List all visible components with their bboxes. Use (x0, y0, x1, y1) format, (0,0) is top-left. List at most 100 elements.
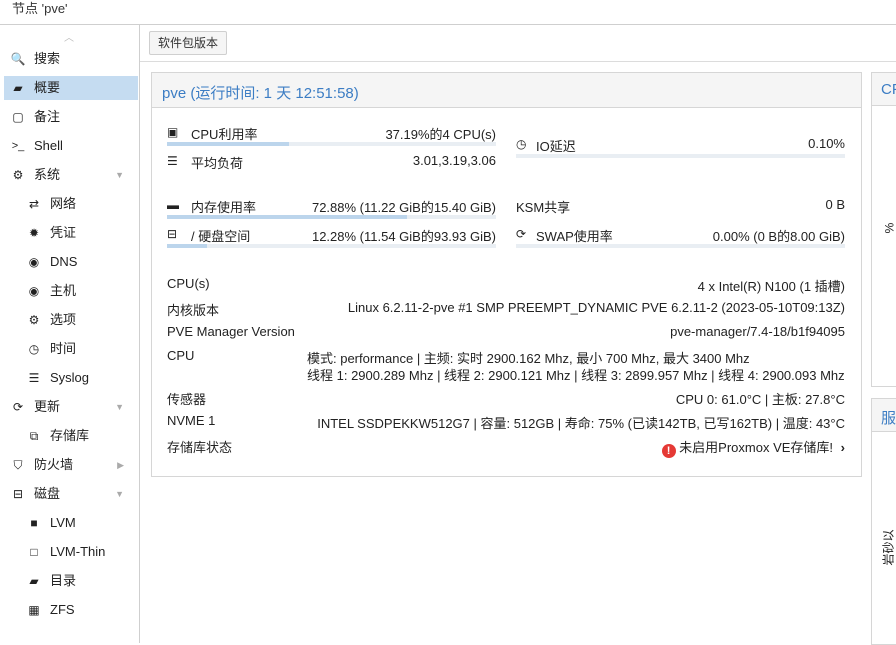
clock-icon: ◷ (516, 137, 527, 151)
ksm-sharing-value: 0 B (825, 197, 845, 212)
panel-title: pve (运行时间: 1 天 12:51:58) (162, 85, 359, 102)
th-large-icon: ▦ (28, 603, 40, 617)
window-title-bar: 节点 'pve' (0, 0, 896, 25)
refresh-icon: ⟳ (12, 400, 24, 414)
swap-usage-label: SWAP使用率 (536, 229, 613, 244)
exchange-icon: ⇄ (28, 197, 40, 211)
nvme-value: INTEL SSDPEKKW512G7 | 容量: 512GB | 寿命: 75… (317, 416, 845, 431)
memory-usage-value: 72.88% (11.22 GiB的15.40 GiB) (311, 200, 496, 215)
sidebar-item-lvm[interactable]: ■ LVM (4, 511, 138, 535)
sidebar-item-label: 备注 (34, 109, 61, 124)
chevron-right-icon[interactable]: ▶ (117, 453, 124, 477)
sidebar-item-directory[interactable]: ▰ 目录 (4, 569, 138, 593)
sidebar-nav: ︿ 🔍 搜索 ▰ 概要 ▢ 备注 >_ Shell ⚙ 系统 ▼ ⇄ 网络 ✹ … (0, 25, 140, 643)
sensors-label: 传感器 (167, 392, 207, 407)
sidebar-item-lvm-thin[interactable]: □ LVM-Thin (4, 540, 138, 564)
io-delay-label: IO延迟 (536, 139, 576, 154)
chevron-right-icon[interactable]: › (841, 440, 845, 455)
cogs-icon: ⚙ (12, 168, 24, 182)
nvme-label: NVME 1 (167, 413, 216, 428)
collapse-up-icon[interactable]: ︿ (64, 29, 76, 44)
memory-usage-bar-fill (167, 215, 407, 219)
ksm-sharing-label: KSM共享 (516, 200, 571, 215)
chevron-down-icon[interactable]: ▼ (115, 395, 124, 419)
sidebar-item-hosts[interactable]: ◉ 主机 (4, 279, 138, 303)
warning-icon: ! (661, 444, 676, 458)
folder-icon: ▰ (29, 574, 39, 588)
sidebar-item-summary[interactable]: ▰ 概要 (4, 76, 138, 100)
memory-usage: ▬ 内存使用率 72.88% (11.22 GiB的15.40 GiB) (167, 195, 496, 219)
cpu-chart-panel: CP % (871, 72, 896, 387)
swap-usage-value: 0.00% (0 B的8.00 GiB) (712, 229, 845, 244)
sidebar-item-options[interactable]: ⚙ 选项 (4, 308, 138, 332)
load-average-value: 3.01,3.19,3.06 (412, 153, 496, 168)
cpu-usage-label: CPU利用率 (191, 127, 258, 142)
toolbar: 软件包版本 (140, 25, 896, 62)
load-average: ☰ 平均负荷 3.01,3.19,3.06 (167, 151, 496, 173)
root-disk-value: 12.28% (11.54 GiB的93.93 GiB) (311, 229, 496, 244)
cpus-value: 4 x Intel(R) N100 (1 插槽) (697, 279, 845, 294)
root-disk-label: / 硬盘空间 (191, 229, 251, 244)
sidebar-item-label: 概要 (34, 80, 61, 95)
swap-usage-bar (516, 244, 845, 248)
sidebar-item-search[interactable]: 🔍 搜索 (4, 47, 138, 71)
sidebar-item-label: 主机 (50, 283, 77, 298)
sidebar-item-shell[interactable]: >_ Shell (4, 134, 138, 158)
cpu-usage-bar (167, 142, 496, 146)
cpu-usage-bar-fill (167, 142, 290, 146)
pve-manager-value: pve-manager/7.4-18/b1f94095 (670, 324, 845, 339)
sidebar-item-firewall[interactable]: ⛉ 防火墙 ▶ (4, 453, 138, 477)
sidebar-item-disks[interactable]: ⊟ 磁盘 ▼ (4, 482, 138, 506)
cpu-chart-title: CP (881, 81, 896, 98)
sidebar-item-label: ZFS (50, 602, 75, 617)
square-icon: ■ (30, 516, 38, 530)
note-icon: ▢ (12, 110, 24, 124)
sidebar-item-updates[interactable]: ⟳ 更新 ▼ (4, 395, 138, 419)
cpu-frequency-label: CPU (167, 348, 195, 363)
sidebar-item-zfs[interactable]: ▦ ZFS (4, 598, 138, 622)
cpu-frequency-line2: 线程 1: 2900.289 Mhz | 线程 2: 2900.121 Mhz … (307, 368, 845, 383)
sidebar-item-label: 凭证 (50, 225, 77, 240)
repository-status-label: 存储库状态 (167, 440, 233, 455)
certificate-icon: ✹ (28, 226, 40, 240)
sidebar-item-dns[interactable]: ◉ DNS (4, 250, 138, 274)
window-title: 节点 'pve' (12, 1, 68, 16)
sidebar-item-certificates[interactable]: ✹ 凭证 (4, 221, 138, 245)
sensors-value: CPU 0: 61.0°C | 主板: 27.8°C (675, 392, 845, 407)
sidebar-item-label: Syslog (50, 370, 90, 385)
sidebar-item-notes[interactable]: ▢ 备注 (4, 105, 138, 129)
io-delay-value: 0.10% (808, 136, 845, 151)
sidebar-item-label: 网络 (50, 196, 77, 211)
panel-header: pve (运行时间: 1 天 12:51:58) (152, 73, 861, 108)
sidebar-item-label: LVM (50, 515, 76, 530)
gear-icon: ⚙ (28, 313, 40, 327)
cpu-icon: ▣ (167, 125, 179, 139)
sidebar-item-label: 磁盘 (34, 486, 61, 501)
refresh-icon: ⟳ (516, 227, 527, 241)
vertical-axis-label: 岩砂以 (881, 529, 896, 566)
sidebar-item-label: 选项 (50, 312, 77, 327)
memory-icon: ▬ (167, 198, 179, 212)
sidebar-item-repositories[interactable]: ⧉ 存储库 (4, 424, 138, 448)
sidebar-item-system[interactable]: ⚙ 系统 ▼ (4, 163, 138, 187)
server-load-title: 服 (881, 410, 896, 427)
repository-status-value: 未启用Proxmox VE存储库! (679, 440, 834, 455)
sidebar-item-network[interactable]: ⇄ 网络 (4, 192, 138, 216)
sidebar-item-label: DNS (50, 254, 78, 269)
repository-status[interactable]: ! 未启用Proxmox VE存储库! › (661, 437, 845, 458)
memory-usage-bar (167, 215, 496, 219)
server-load-header: 服 (872, 399, 896, 432)
hdd-icon: ⊟ (167, 227, 178, 241)
sidebar-item-time[interactable]: ◷ 时间 (4, 337, 138, 361)
sidebar-item-syslog[interactable]: ☰ Syslog (4, 366, 138, 390)
io-delay-bar (516, 154, 845, 158)
clock-icon: ◷ (28, 342, 40, 356)
swap-usage: ⟳ SWAP使用率 0.00% (0 B的8.00 GiB) (516, 224, 845, 248)
chevron-down-icon[interactable]: ▼ (115, 163, 124, 187)
package-versions-button[interactable]: 软件包版本 (149, 31, 228, 55)
root-disk-bar (167, 244, 496, 248)
sidebar-item-label: 目录 (50, 573, 77, 588)
cpu-chart-header: CP (872, 73, 896, 106)
root-disk-usage: ⊟ / 硬盘空间 12.28% (11.54 GiB的93.93 GiB) (167, 224, 496, 248)
chevron-down-icon[interactable]: ▼ (115, 482, 124, 506)
